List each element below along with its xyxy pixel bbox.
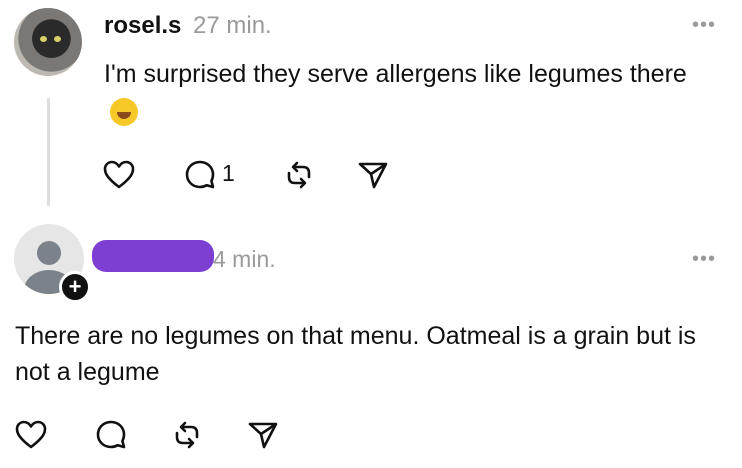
post-timestamp: 4 min. — [213, 246, 276, 272]
post-body: There are no legumes on that menu. Oatme… — [15, 322, 696, 386]
more-options-icon[interactable]: ••• — [692, 14, 716, 37]
thread-line — [47, 98, 50, 206]
avatar-cat-eye — [54, 36, 61, 42]
reply-count: 1 — [222, 160, 235, 186]
share-send-icon[interactable] — [356, 158, 390, 192]
repost-icon[interactable] — [170, 418, 204, 452]
share-send-icon[interactable] — [246, 418, 280, 452]
comment-bubble-icon[interactable] — [94, 418, 128, 452]
like-heart-icon[interactable] — [14, 418, 48, 452]
post-body: I'm surprised they serve allergens like … — [104, 54, 714, 134]
post-timestamp: 27 min. — [193, 12, 272, 39]
more-options-icon[interactable]: ••• — [692, 248, 716, 271]
post-username[interactable]: rosel.s — [104, 12, 181, 40]
redacted-username — [92, 240, 214, 272]
repost-icon[interactable] — [282, 158, 316, 192]
laughing-emoji-icon — [110, 98, 138, 127]
like-heart-icon[interactable] — [102, 158, 136, 192]
avatar-cat-eye — [40, 36, 47, 42]
avatar-rosel[interactable] — [14, 8, 82, 76]
comment-bubble-icon[interactable] — [183, 158, 217, 192]
avatar-head-shape — [37, 241, 61, 265]
post-text: I'm surprised they serve allergens like … — [104, 60, 687, 88]
follow-plus-icon[interactable]: + — [59, 271, 91, 303]
